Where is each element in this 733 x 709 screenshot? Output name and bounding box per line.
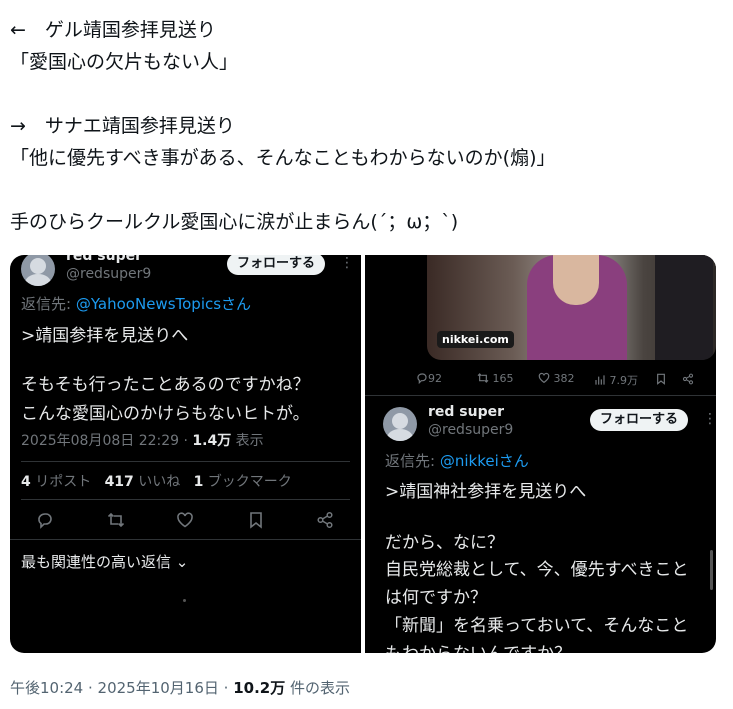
like-count: 417 [104, 474, 134, 490]
separator: · [83, 679, 98, 697]
repost-icon[interactable] [107, 511, 125, 529]
post-line-blank [10, 78, 725, 110]
divider [10, 539, 361, 540]
post-date[interactable]: 2025年10月16日 [98, 679, 219, 697]
tweet-stats: 4 リポスト 417 いいね 1 ブックマーク [21, 471, 292, 491]
like-icon [538, 372, 550, 384]
photo-figure [553, 255, 599, 305]
like-icon[interactable] [176, 511, 194, 529]
share-icon[interactable] [316, 511, 334, 529]
post-line: 「愛国心の欠片もない人」 [10, 51, 239, 73]
views-label: 件の表示 [285, 679, 351, 697]
timestamp: 2025年08月08日 22:29 · [21, 433, 193, 449]
like-count[interactable]: 382 [538, 372, 575, 385]
divider [21, 461, 350, 462]
repost-label[interactable]: リポスト [31, 474, 91, 490]
share-icon[interactable] [682, 373, 694, 385]
view-count-value: 7.9万 [609, 374, 639, 387]
like-label[interactable]: いいね [134, 474, 180, 490]
tweet-body-line: は何ですか？ [385, 588, 487, 608]
reply-to: 返信先: @YahooNewsTopicsさん [21, 293, 251, 314]
post-line-blank [10, 174, 725, 206]
post-text: ← ゲル靖国参拝見送り 「愛国心の欠片もない人」 → サナエ靖国参拝見送り 「他… [10, 14, 725, 238]
repost-count: 4 [21, 474, 31, 490]
quoted-headline: >靖国参拝を見送りへ [21, 326, 189, 346]
attached-images[interactable]: red super @redsuper9 フォローする ⋮ 返信先: @Yaho… [10, 255, 716, 653]
like-count-value: 382 [553, 372, 575, 385]
repost-icon [477, 373, 489, 383]
view-count[interactable]: 7.9万 [594, 372, 638, 388]
views-count: 10.2万 [233, 679, 286, 697]
separator: · [218, 679, 234, 697]
bookmark-icon[interactable] [247, 511, 265, 529]
reply-icon[interactable] [36, 511, 54, 529]
tweet-body-line: もわからないんですか？ [385, 639, 571, 653]
bookmark-icon[interactable] [655, 373, 667, 385]
reply-to-link[interactable]: @YahooNewsTopicsさん [76, 295, 251, 313]
avatar [21, 255, 55, 286]
post-line: 「他に優先すべき事がある、そんなこともわからないのか(煽)」 [10, 147, 556, 169]
views-count: 1.4万 [192, 433, 232, 449]
photo-figure [655, 255, 713, 360]
tweet-body-line: だから、なに？ [385, 533, 504, 553]
divider [365, 395, 716, 396]
reply-count[interactable]: 92 [416, 372, 442, 385]
user-name: red super [66, 255, 143, 264]
bookmark-count: 1 [193, 474, 204, 490]
post-line: 手のひらクールクル愛国心に涙が止まらん(´；ω；`) [10, 211, 459, 233]
divider [21, 499, 350, 500]
user-handle: @redsuper9 [428, 422, 514, 438]
relevant-replies-dropdown[interactable]: 最も関連性の高い返信 ⌄ [21, 551, 188, 572]
scrollbar[interactable] [710, 550, 713, 590]
tweet-body-line: こんな愛国心のかけらもないヒトが。 [21, 404, 310, 424]
tweet-body-line: 「新聞」を名乗っておいて、そんなこと [385, 616, 689, 636]
post-line: ← ゲル靖国参拝見送り [10, 19, 216, 41]
reply-to: 返信先: @nikkeiさん [385, 450, 529, 471]
more-icon[interactable]: ⋮ [703, 411, 716, 427]
reply-prefix: 返信先: [21, 295, 76, 313]
user-handle: @redsuper9 [66, 266, 152, 282]
bookmark-label[interactable]: ブックマーク [203, 474, 292, 490]
follow-button[interactable]: フォローする [227, 255, 326, 275]
views-icon [595, 375, 605, 385]
more-icon[interactable]: ⋮ [340, 255, 354, 271]
follow-button[interactable]: フォローする [590, 409, 689, 431]
post-line: → サナエ靖国参拝見送り [10, 115, 235, 137]
reply-to-link[interactable]: @nikkeiさん [440, 452, 529, 470]
views-label: 表示 [231, 433, 264, 449]
tweet-body-line: 自民党総裁として、今、優先すべきこと [385, 560, 689, 580]
reply-icon [417, 373, 427, 384]
photo-source-tag: nikkei.com [437, 331, 514, 348]
loading-dot [183, 599, 186, 602]
tweet-body-line: そもそも行ったことあるのですかね？ [21, 375, 310, 395]
reply-prefix: 返信先: [385, 452, 440, 470]
screenshot-left[interactable]: red super @redsuper9 フォローする ⋮ 返信先: @Yaho… [10, 255, 361, 653]
repost-count[interactable]: 165 [477, 372, 514, 385]
avatar [383, 407, 417, 441]
news-photo: nikkei.com [427, 255, 716, 360]
tweet-timestamp: 2025年08月08日 22:29 · 1.4万 表示 [21, 430, 264, 450]
post-time[interactable]: 午後10:24 [10, 679, 83, 697]
user-name: red super [428, 404, 505, 420]
reply-count-value: 92 [428, 372, 442, 385]
screenshot-right[interactable]: nikkei.com 92 165 382 7.9万 red super @re… [365, 255, 716, 653]
repost-count-value: 165 [492, 372, 514, 385]
quoted-headline: >靖国神社参拝を見送りへ [385, 482, 587, 502]
tweet-meta: 午後10:24 · 2025年10月16日 · 10.2万 件の表示 [10, 677, 350, 698]
